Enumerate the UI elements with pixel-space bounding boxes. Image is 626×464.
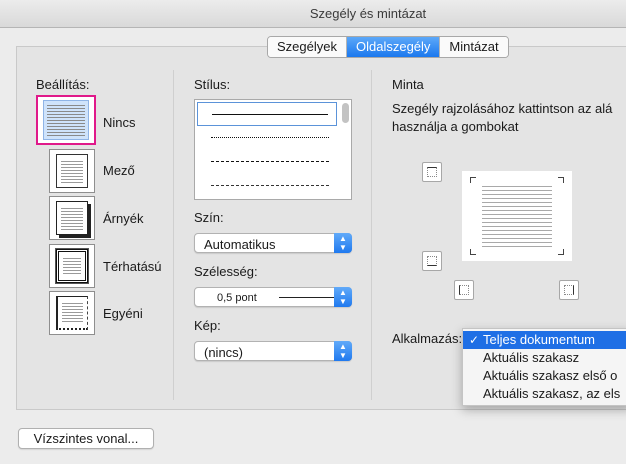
color-select[interactable]: Automatikus ▲ ▼ [194, 233, 352, 253]
setting-none-option[interactable] [36, 95, 96, 145]
box-border-icon [56, 154, 88, 188]
shadow-border-icon [56, 201, 88, 235]
left-border-button[interactable] [454, 280, 474, 300]
window-title: Szegély és mintázat [309, 6, 427, 21]
tab-page-border[interactable]: Oldalszegély [346, 37, 441, 57]
chevron-updown-icon: ▲ ▼ [334, 233, 352, 253]
width-value: 0,5 pont [217, 292, 257, 304]
apply-option-this-section[interactable]: Aktuális szakasz [463, 349, 626, 367]
divider [371, 70, 372, 400]
chevron-updown-icon: ▲ ▼ [334, 287, 352, 307]
setting-box-option[interactable] [49, 149, 95, 193]
chevron-updown-icon: ▲ ▼ [334, 341, 352, 361]
style-option-dotted[interactable] [197, 126, 337, 150]
art-select[interactable]: (nincs) ▲ ▼ [194, 341, 352, 361]
art-value: (nincs) [204, 345, 244, 360]
setting-box-label: Mező [103, 163, 135, 178]
bottom-border-button[interactable] [422, 251, 442, 271]
apply-to-label: Alkalmazás: [392, 331, 463, 346]
width-select[interactable]: 0,5 pont ▲ ▼ [194, 287, 352, 307]
right-border-icon [564, 285, 574, 295]
apply-option-except-first[interactable]: Aktuális szakasz, az els [463, 385, 626, 403]
apply-to-dropdown-menu[interactable]: ✓ Teljes dokumentum Aktuális szakasz Akt… [462, 328, 626, 406]
setting-custom-label: Egyéni [103, 306, 143, 321]
setting-3d-option[interactable] [49, 244, 95, 288]
style-list[interactable] [194, 99, 352, 200]
style-option-solid[interactable] [197, 102, 337, 126]
apply-option-first-page[interactable]: Aktuális szakasz első o [463, 367, 626, 385]
apply-option-whole-document[interactable]: ✓ Teljes dokumentum [463, 331, 626, 349]
preview-page[interactable] [462, 171, 572, 261]
divider [173, 70, 174, 400]
preview-heading: Minta [392, 77, 424, 92]
3d-border-icon [55, 248, 89, 284]
preview-instructions-line1: Szegély rajzolásához kattintson az alá [392, 101, 613, 116]
color-heading: Szín: [194, 210, 224, 225]
style-heading: Stílus: [194, 77, 231, 92]
top-border-icon [427, 167, 437, 177]
bottom-border-icon [427, 256, 437, 266]
setting-shadow-option[interactable] [49, 196, 95, 240]
settings-heading: Beállítás: [36, 77, 90, 92]
style-option-dashed[interactable] [197, 150, 337, 174]
right-border-button[interactable] [559, 280, 579, 300]
width-line-sample [279, 297, 337, 298]
setting-3d-label: Térhatású [103, 259, 162, 274]
preview-instructions-line2: használja a gombokat [392, 119, 519, 134]
width-heading: Szélesség: [194, 264, 258, 279]
style-option-long-dashed[interactable] [197, 174, 337, 198]
preview-text-lines [482, 183, 552, 249]
left-border-icon [459, 285, 469, 295]
setting-none-label: Nincs [103, 115, 136, 130]
top-border-button[interactable] [422, 162, 442, 182]
custom-border-icon [56, 296, 88, 330]
horizontal-line-button[interactable]: Vízszintes vonal... [18, 428, 154, 449]
tab-borders[interactable]: Szegélyek [268, 37, 347, 57]
color-value: Automatikus [204, 237, 276, 252]
setting-custom-option[interactable] [49, 291, 95, 335]
title-bar: Szegély és mintázat [0, 0, 626, 28]
art-heading: Kép: [194, 318, 221, 333]
style-list-scrollbar[interactable] [342, 103, 349, 123]
tab-bar: Szegélyek Oldalszegély Mintázat [267, 36, 509, 58]
tab-shading[interactable]: Mintázat [440, 37, 508, 57]
setting-shadow-label: Árnyék [103, 211, 144, 226]
checkmark-icon: ✓ [469, 333, 480, 347]
